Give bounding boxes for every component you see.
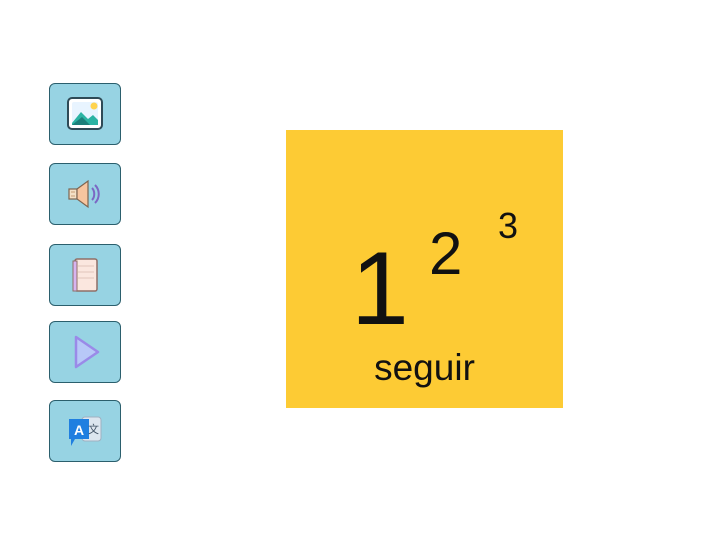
speaker-icon <box>65 174 105 214</box>
translate-latin-glyph: A <box>74 422 84 438</box>
digit-3: 3 <box>498 205 519 246</box>
image-button[interactable] <box>49 83 121 145</box>
book-button[interactable] <box>49 244 121 306</box>
audio-button[interactable] <box>49 163 121 225</box>
play-icon <box>66 332 104 372</box>
digit-2: 2 <box>429 220 463 287</box>
card-word: seguir <box>374 347 475 388</box>
word-card: 1 2 3 seguir <box>286 130 563 408</box>
translate-button[interactable]: A 文 <box>49 400 121 462</box>
translate-icon: A 文 <box>65 411 105 451</box>
translate-chinese-glyph: 文 <box>88 422 99 436</box>
book-icon <box>67 255 103 295</box>
digit-1: 1 <box>351 231 409 347</box>
play-button[interactable] <box>49 321 121 383</box>
image-icon <box>66 95 104 133</box>
